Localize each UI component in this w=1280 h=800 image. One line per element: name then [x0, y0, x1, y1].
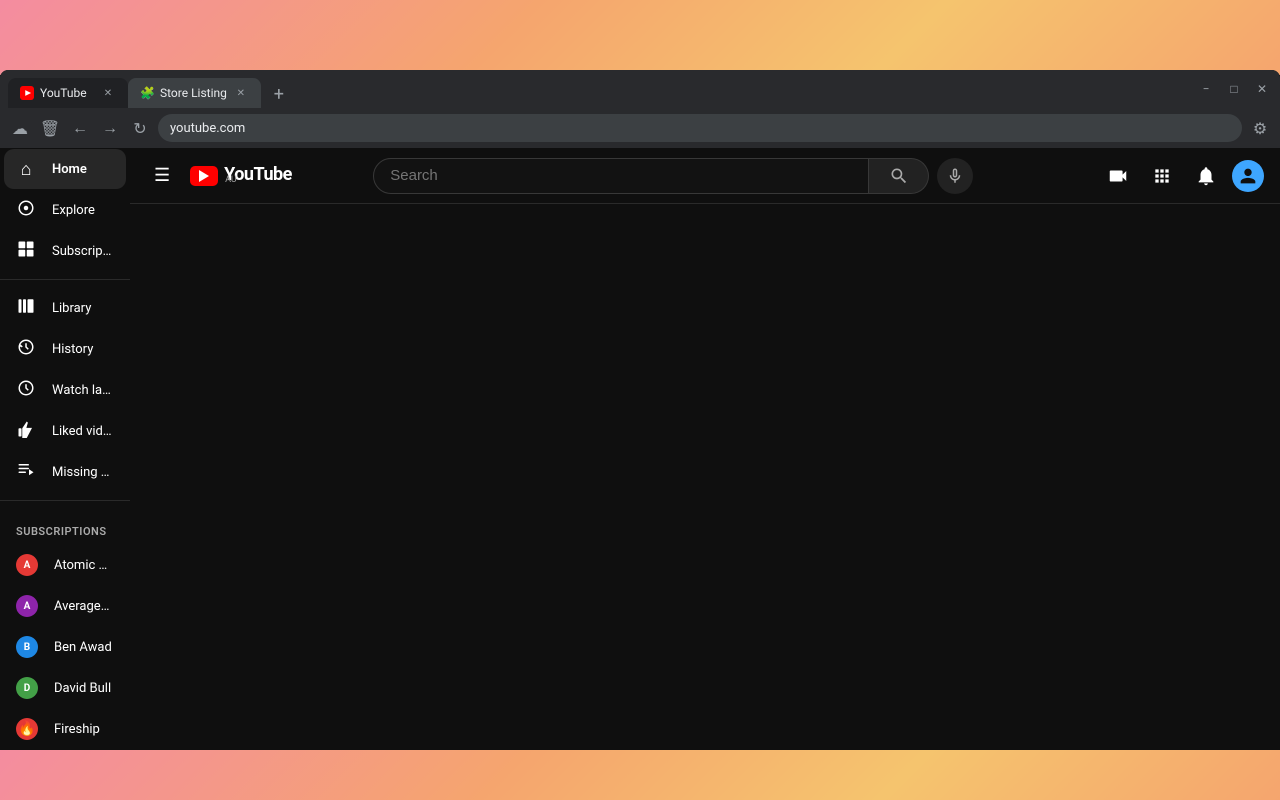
back-button[interactable]: ←	[68, 116, 92, 140]
search-input-wrap[interactable]	[373, 158, 869, 194]
os-background-top	[0, 0, 1280, 75]
tab-store-close[interactable]: ✕	[233, 85, 249, 101]
sidebar-library-label: Library	[52, 301, 114, 316]
yt-topbar: ☰ YouTube AU	[130, 148, 1280, 204]
sidebar-watch-later-label: Watch later	[52, 383, 114, 398]
sidebar: ⌂ Home Explore Subscriptions	[0, 148, 130, 750]
tab-bar: YouTube ✕ 🧩 Store Listing ✕ +	[8, 70, 1196, 108]
sidebar-liked-label: Liked videos	[52, 424, 114, 439]
window-controls: − □ ✕	[1196, 79, 1272, 99]
address-field[interactable]: youtube.com	[158, 114, 1242, 142]
sub-label-atomic-frontier: Atomic Frontier	[54, 558, 114, 573]
new-tab-button[interactable]: +	[265, 80, 293, 108]
os-background-bottom	[0, 745, 1280, 800]
sidebar-item-home[interactable]: ⌂ Home	[4, 149, 126, 189]
yt-logo-area: YouTube AU	[190, 166, 292, 186]
subscriptions-section-title: SUBSCRIPTIONS	[0, 509, 130, 544]
menu-button[interactable]: ☰	[146, 157, 178, 194]
sidebar-explore-label: Explore	[52, 203, 114, 218]
main-content: ☰ YouTube AU	[130, 148, 1280, 750]
tab-youtube[interactable]: YouTube ✕	[8, 78, 128, 108]
tab-store-title: Store Listing	[160, 86, 227, 100]
forward-button[interactable]: →	[98, 116, 122, 140]
avatar-average-pixel: A	[16, 595, 38, 617]
avatar-fireship: 🔥	[16, 718, 38, 740]
sidebar-subscriptions-label: Subscriptions	[52, 244, 114, 259]
avatar-atomic-frontier: A	[16, 554, 38, 576]
search-button[interactable]	[869, 158, 929, 194]
notifications-button[interactable]	[1188, 158, 1224, 194]
avatar-david-bull: D	[16, 677, 38, 699]
yt-country-code: AU	[225, 176, 292, 185]
sidebar-item-liked-videos[interactable]: Liked videos	[4, 411, 126, 451]
sidebar-item-subscriptions[interactable]: Subscriptions	[4, 231, 126, 271]
minimize-button[interactable]: −	[1196, 79, 1216, 99]
cloud-icon[interactable]: ☁	[8, 116, 32, 140]
sidebar-item-history[interactable]: History	[4, 329, 126, 369]
sidebar-sub-ben-awad[interactable]: B Ben Awad	[4, 627, 126, 667]
yt-play-triangle	[199, 170, 209, 182]
mic-button[interactable]	[937, 158, 973, 194]
sidebar-item-explore[interactable]: Explore	[4, 190, 126, 230]
address-bar-row: ☁ 🗑 ← → ↻ youtube.com ⚙	[0, 108, 1280, 148]
browser-window: YouTube ✕ 🧩 Store Listing ✕ + − □ ✕ ☁ 🗑 …	[0, 70, 1280, 750]
apps-button[interactable]	[1144, 158, 1180, 194]
youtube-page: ⌂ Home Explore Subscriptions	[0, 148, 1280, 750]
user-avatar-button[interactable]	[1232, 160, 1264, 192]
search-input[interactable]	[390, 167, 852, 184]
watch-later-icon	[16, 379, 36, 402]
tab-store-listing[interactable]: 🧩 Store Listing ✕	[128, 78, 261, 108]
liked-videos-icon	[16, 420, 36, 443]
subscriptions-icon	[16, 240, 36, 263]
title-bar: YouTube ✕ 🧩 Store Listing ✕ + − □ ✕	[0, 70, 1280, 108]
yt-logo-icon	[190, 166, 218, 186]
tab-youtube-favicon	[20, 86, 34, 100]
library-icon	[16, 297, 36, 320]
tab-youtube-close[interactable]: ✕	[100, 85, 116, 101]
sidebar-sub-fireship[interactable]: 🔥 Fireship	[4, 709, 126, 749]
sidebar-item-watch-later[interactable]: Watch later	[4, 370, 126, 410]
extensions-icon[interactable]: ⚙	[1248, 116, 1272, 140]
sidebar-item-playlist[interactable]: Missing Semester IA...	[4, 452, 126, 492]
close-button[interactable]: ✕	[1252, 79, 1272, 99]
sub-label-ben-awad: Ben Awad	[54, 640, 114, 655]
sidebar-playlist-label: Missing Semester IA...	[52, 465, 114, 480]
sub-label-david-bull: David Bull	[54, 681, 114, 696]
sub-label-fireship: Fireship	[54, 722, 114, 737]
tab-youtube-title: YouTube	[40, 86, 94, 100]
sidebar-sub-david-bull[interactable]: D David Bull	[4, 668, 126, 708]
create-video-button[interactable]	[1100, 158, 1136, 194]
yt-topbar-right	[1100, 158, 1264, 194]
playlist-icon	[16, 461, 36, 484]
divider-2	[0, 500, 130, 501]
downloads-icon[interactable]: 🗑	[38, 116, 62, 140]
history-icon	[16, 338, 36, 361]
refresh-button[interactable]: ↻	[128, 116, 152, 140]
url-text: youtube.com	[170, 121, 245, 136]
home-icon: ⌂	[16, 159, 36, 180]
sidebar-history-label: History	[52, 342, 114, 357]
avatar-ben-awad: B	[16, 636, 38, 658]
sidebar-sub-average-pixel[interactable]: A AveragePixel	[4, 586, 126, 626]
explore-icon	[16, 199, 36, 222]
sub-label-average-pixel: AveragePixel	[54, 599, 114, 614]
sidebar-home-label: Home	[52, 162, 114, 177]
content-area	[130, 204, 1280, 750]
sidebar-item-library[interactable]: Library	[4, 288, 126, 328]
sidebar-sub-atomic-frontier[interactable]: A Atomic Frontier	[4, 545, 126, 585]
tab-store-favicon: 🧩	[140, 86, 154, 100]
maximize-button[interactable]: □	[1224, 79, 1244, 99]
divider-1	[0, 279, 130, 280]
search-bar	[373, 158, 973, 194]
